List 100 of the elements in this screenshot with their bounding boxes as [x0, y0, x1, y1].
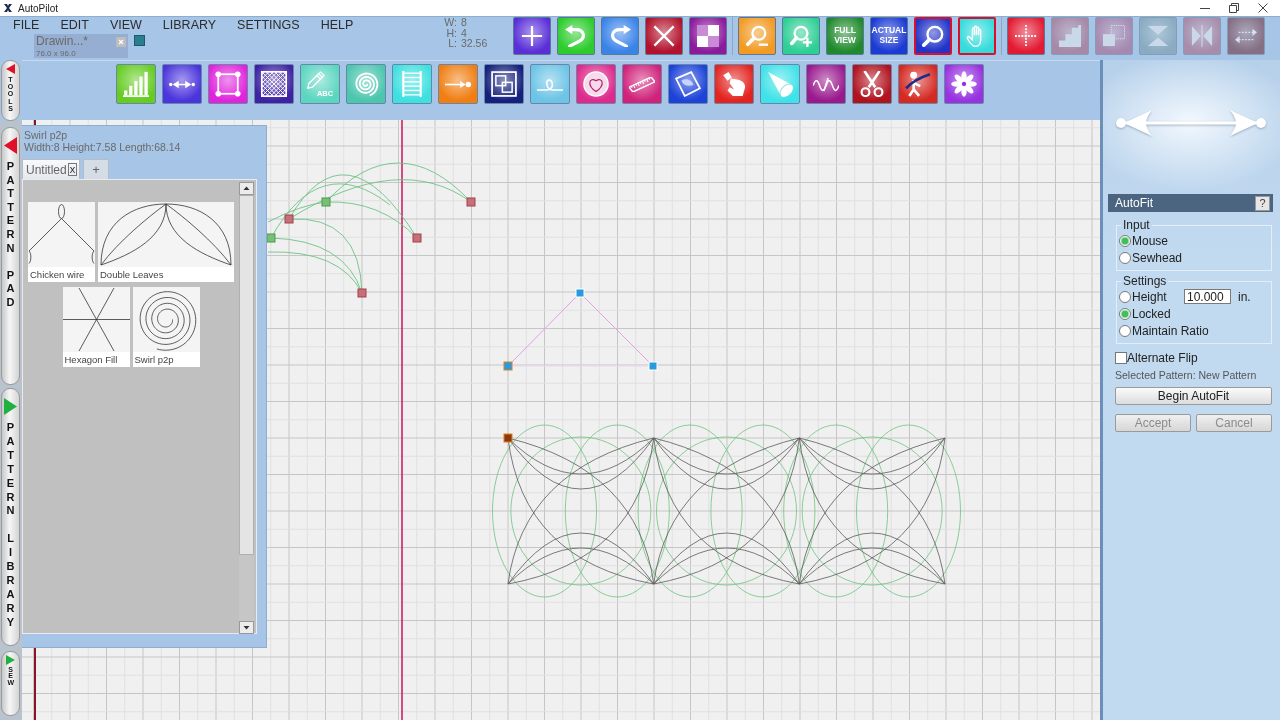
tool-button[interactable] [668, 64, 708, 104]
groupbox-legend: Input [1121, 218, 1152, 232]
side-tab[interactable]: PATTERN LIBRARY [1, 388, 20, 646]
reading-value: 4 [461, 27, 468, 38]
menu-item[interactable]: EDIT [60, 18, 89, 32]
reading-value: 32.56 [461, 38, 489, 49]
stairs-icon [1059, 25, 1081, 47]
radio-label: Maintain Ratio [1132, 323, 1209, 338]
height-input[interactable]: 10.000 [1184, 289, 1231, 304]
scroll-down-icon[interactable] [239, 621, 254, 634]
toolbar-button[interactable] [689, 17, 727, 55]
reading-label: L: [447, 38, 457, 49]
heart-circle-icon [583, 71, 609, 97]
radio-label: Sewhead [1132, 250, 1183, 265]
spiral-icon [353, 71, 379, 97]
help-button[interactable]: ? [1255, 195, 1270, 211]
node-marker-icon[interactable] [284, 214, 294, 224]
reading-label: W: [443, 17, 457, 28]
node-marker-icon[interactable] [503, 361, 513, 371]
toolbar-button[interactable] [1007, 17, 1045, 55]
toolbar-button[interactable] [738, 17, 776, 55]
ruler-icon [629, 76, 655, 92]
node-marker-icon[interactable] [503, 433, 513, 443]
pattern-dimensions: Width:8 Height:7.58 Length:68.14 [24, 141, 182, 153]
menu-item[interactable]: LIBRARY [162, 18, 217, 32]
loop-line-icon [537, 77, 563, 91]
begin-autofit-button[interactable]: Begin AutoFit [1115, 387, 1272, 405]
menu-item[interactable]: HELP [320, 18, 354, 32]
side-tab[interactable]: PATTERN PAD [1, 127, 20, 385]
node-marker-icon[interactable] [266, 233, 276, 243]
radio-button[interactable] [1119, 251, 1131, 264]
checkbox-label: Alternate Flip [1127, 351, 1198, 365]
toolbar-button[interactable] [782, 17, 820, 55]
restore-icon[interactable] [1229, 3, 1239, 13]
selected-pattern-text: Selected Pattern: New Pattern [1115, 369, 1258, 382]
radio-button[interactable] [1119, 290, 1131, 303]
node-marker-icon[interactable] [466, 197, 476, 207]
scrollbar-thumb[interactable] [239, 195, 254, 555]
toolbar-button[interactable] [513, 17, 551, 55]
reading-label: H: [445, 27, 457, 38]
toolbar-button[interactable] [601, 17, 639, 55]
crossing-lines-drawing [28, 202, 95, 267]
close-icon[interactable] [1258, 3, 1268, 13]
cone-icon [767, 71, 793, 97]
reading-value: 8 [461, 17, 468, 28]
tool-button[interactable] [254, 64, 294, 104]
tool-button[interactable] [852, 64, 892, 104]
ladder-icon [399, 71, 425, 97]
tool-button[interactable] [484, 64, 524, 104]
scroll-up-icon[interactable] [239, 182, 254, 195]
pattern-thumbnail[interactable]: Double Leaves [98, 202, 234, 282]
toolbar-button[interactable]: ACTUAL SIZE [870, 17, 908, 55]
node-marker-icon[interactable] [357, 288, 367, 298]
node-marker-icon[interactable] [412, 233, 422, 243]
radio-button[interactable] [1119, 307, 1131, 320]
tool-button[interactable] [806, 64, 846, 104]
figure-icon [905, 71, 931, 97]
toolbar-button[interactable] [645, 17, 683, 55]
swatch-icon[interactable] [134, 35, 145, 46]
bar-chart-icon [123, 71, 149, 97]
flower-icon [951, 71, 977, 97]
toolbar-button[interactable] [958, 17, 996, 55]
stacked-squares-icon [1103, 25, 1125, 47]
radio-button[interactable] [1119, 234, 1131, 247]
asterisk-lines-drawing [62, 287, 130, 352]
pattern-thumbnail[interactable]: Chicken wire [28, 202, 95, 282]
app-logo-icon [3, 3, 13, 13]
tool-button[interactable] [162, 64, 202, 104]
redo-icon [609, 25, 631, 47]
toolbar-button[interactable] [914, 17, 952, 55]
tab[interactable]: Untitled x [22, 159, 81, 179]
menu-item[interactable]: SETTINGS [237, 18, 300, 32]
radio-button[interactable] [1119, 324, 1131, 337]
tab[interactable]: + [83, 159, 109, 179]
scissors-icon [859, 71, 885, 97]
zoom-in-icon [790, 25, 812, 47]
menu-item[interactable]: FILE [13, 18, 40, 32]
pattern-name: Swirl p2p [24, 129, 69, 141]
flip-horizontal-icon [1191, 25, 1213, 47]
scrollbar[interactable] [239, 182, 254, 634]
tool-button[interactable] [898, 64, 938, 104]
wave-icon [813, 76, 839, 92]
tab-close-button[interactable]: x [67, 163, 78, 176]
checkbox[interactable] [1115, 352, 1127, 364]
window-title: AutoPilot [18, 2, 59, 14]
pencil-icon [307, 70, 325, 89]
hand-icon [721, 71, 747, 97]
menu-item[interactable]: VIEW [109, 18, 142, 32]
pattern-thumbnail[interactable]: Swirl p2p [132, 287, 200, 367]
checker-icon [697, 25, 719, 47]
node-marker-icon[interactable] [321, 197, 331, 207]
radio-label: Height [1132, 289, 1168, 304]
radio-label: Mouse [1132, 233, 1169, 248]
toolbar-button[interactable] [557, 17, 595, 55]
square-corners-icon [215, 71, 241, 97]
radio-label: Locked [1132, 306, 1171, 321]
pattern-thumbnail[interactable]: Hexagon Fill [62, 287, 130, 367]
overlapping-squares-icon [491, 71, 517, 97]
double-arrow-icon [169, 78, 195, 90]
flip-vertical-icon [1147, 25, 1169, 47]
